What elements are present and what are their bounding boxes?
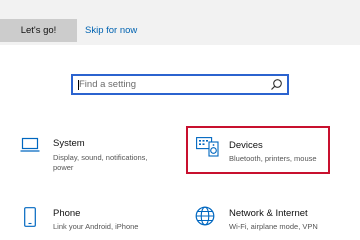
category-title: System: [53, 138, 85, 149]
skip-for-now-link[interactable]: Skip for now: [85, 19, 137, 42]
laptop-icon: [20, 137, 40, 152]
category-description: Wi-Fi, airplane mode, VPN: [229, 222, 318, 231]
category-description: Display, sound, notifications, power: [53, 153, 148, 172]
category-title: Devices: [229, 140, 263, 151]
category-description: Link your Android, iPhone: [53, 222, 139, 231]
lets-go-button[interactable]: Let's go!: [0, 19, 77, 42]
globe-icon: [195, 206, 215, 226]
category-network-internet[interactable]: Network & Internet Wi-Fi, airplane mode,…: [186, 204, 356, 240]
category-title: Network & Internet: [229, 208, 308, 219]
category-devices[interactable]: Devices Bluetooth, printers, mouse: [186, 126, 330, 174]
setup-banner: Let's go! Skip for now: [0, 0, 360, 45]
category-phone[interactable]: Phone Link your Android, iPhone: [14, 204, 164, 240]
category-system[interactable]: System Display, sound, notifications, po…: [14, 132, 164, 176]
search-input[interactable]: Find a setting: [79, 76, 136, 93]
search-icon[interactable]: [270, 78, 283, 91]
settings-page: Let's go! Skip for now Find a setting Sy…: [0, 0, 360, 240]
search-box[interactable]: Find a setting: [71, 74, 289, 95]
category-description: Bluetooth, printers, mouse: [229, 154, 317, 163]
keyboard-speaker-icon: [196, 137, 219, 157]
phone-icon: [24, 207, 36, 227]
category-title: Phone: [53, 208, 81, 219]
